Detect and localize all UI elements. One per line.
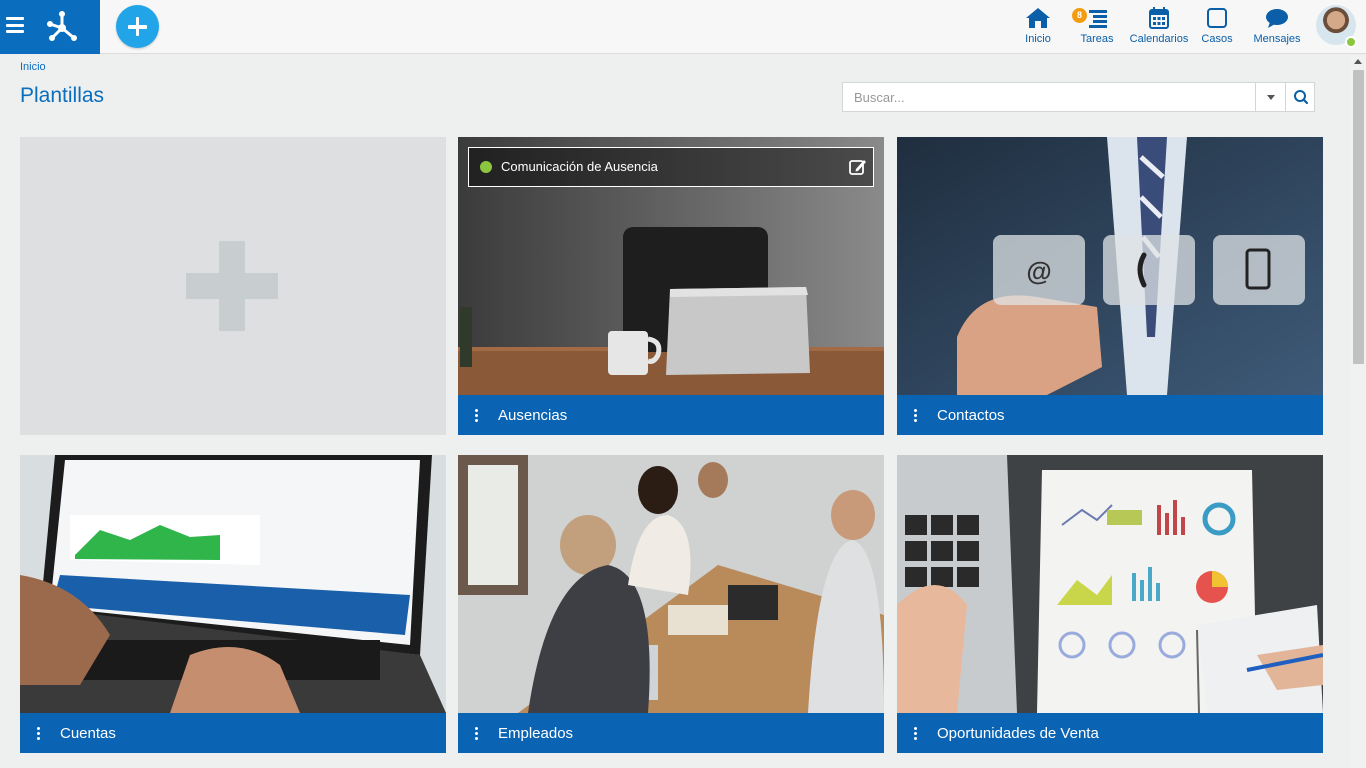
- card-footer: Ausencias: [458, 395, 884, 435]
- nav-label: Calendarios: [1129, 33, 1189, 45]
- cases-icon: [1207, 8, 1227, 28]
- brand-area: [0, 0, 100, 54]
- scrollbar-thumb[interactable]: [1353, 70, 1364, 364]
- card-title: Contactos: [937, 407, 1005, 424]
- card-title: Ausencias: [498, 407, 568, 424]
- menu-icon[interactable]: [6, 17, 24, 33]
- nav-label: Tareas: [1080, 33, 1114, 45]
- more-options-icon[interactable]: [37, 727, 41, 741]
- card-footer: Cuentas: [20, 713, 446, 753]
- more-options-icon[interactable]: [914, 409, 918, 423]
- template-card-contactos[interactable]: @ Contactos: [897, 137, 1323, 435]
- template-overlay-bar: Comunicación de Ausencia: [468, 147, 874, 187]
- edit-icon[interactable]: [848, 157, 868, 177]
- template-card-cuentas[interactable]: Cuentas: [20, 455, 446, 753]
- overlay-text: Comunicación de Ausencia: [501, 159, 658, 174]
- more-options-icon[interactable]: [914, 727, 918, 741]
- card-image-laptop-charts: [20, 455, 446, 713]
- new-template-card[interactable]: [20, 137, 446, 435]
- search-box: [842, 82, 1315, 112]
- card-title: Cuentas: [60, 725, 116, 742]
- card-image-contact-icons: @: [897, 137, 1323, 395]
- page-title: Plantillas: [20, 84, 105, 107]
- template-card-empleados[interactable]: Empleados: [458, 455, 884, 753]
- card-image-sales-reports: [897, 455, 1323, 713]
- nav-label: Inicio: [1025, 33, 1051, 45]
- svg-text:@: @: [1026, 256, 1051, 286]
- logo-icon[interactable]: [44, 8, 82, 46]
- template-card-ausencias[interactable]: Comunicación de Ausencia Ausencias: [458, 137, 884, 435]
- nav-tareas[interactable]: 8 Tareas: [1072, 6, 1117, 50]
- tasks-icon: [1089, 10, 1107, 28]
- messages-icon: [1266, 9, 1288, 28]
- breadcrumb[interactable]: Inicio: [20, 61, 46, 73]
- search-button[interactable]: [1285, 83, 1315, 111]
- search-dropdown-button[interactable]: [1255, 83, 1285, 111]
- template-card-oportunidades-de-venta[interactable]: Oportunidades de Venta: [897, 455, 1323, 753]
- card-footer: Contactos: [897, 395, 1323, 435]
- nav-label: Casos: [1201, 33, 1233, 45]
- status-dot: [480, 161, 492, 173]
- add-button[interactable]: [116, 5, 159, 48]
- card-footer: Oportunidades de Venta: [897, 713, 1323, 753]
- card-footer: Empleados: [458, 713, 884, 753]
- user-status-indicator: [1345, 36, 1357, 48]
- nav-mensajes[interactable]: Mensajes: [1252, 6, 1302, 50]
- card-title: Empleados: [498, 725, 574, 742]
- nav-casos[interactable]: Casos: [1200, 6, 1234, 50]
- more-options-icon[interactable]: [475, 409, 479, 423]
- search-icon: [1294, 90, 1309, 105]
- nav-calendarios[interactable]: Calendarios: [1129, 6, 1189, 50]
- nav-inicio[interactable]: Inicio: [1017, 6, 1059, 50]
- card-title: Oportunidades de Venta: [937, 725, 1099, 742]
- calendar-icon: [1149, 7, 1169, 29]
- search-input[interactable]: [843, 83, 1255, 111]
- tasks-badge: 8: [1072, 8, 1087, 23]
- nav-label: Mensajes: [1253, 33, 1301, 45]
- more-options-icon[interactable]: [475, 727, 479, 741]
- card-image-team-meeting: [458, 455, 884, 713]
- top-bar: Inicio 8 Tareas Calendarios Casos Mensaj…: [0, 0, 1366, 54]
- home-icon: [1026, 8, 1050, 28]
- scroll-up-arrow-icon[interactable]: [1354, 59, 1362, 64]
